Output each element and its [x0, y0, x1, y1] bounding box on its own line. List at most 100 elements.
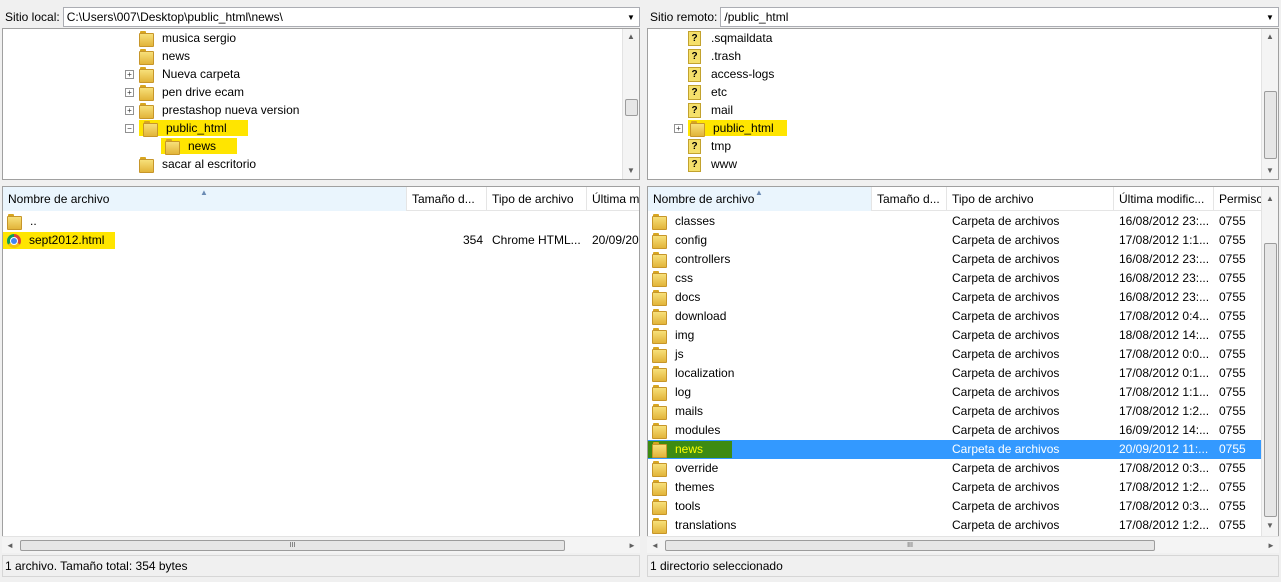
list-item[interactable]: log Carpeta de archivos 17/08/2012 1:1... 0… [648, 383, 1261, 402]
tree-item[interactable]: + Nueva carpeta [125, 65, 243, 83]
expand-icon[interactable]: + [125, 105, 134, 115]
local-list-hscrollbar[interactable]: ◄ III ► [2, 536, 640, 553]
file-name-cell: tools [648, 497, 870, 516]
list-item[interactable]: img Carpeta de archivos 18/08/2012 14:... 0… [648, 326, 1261, 345]
scroll-up-icon[interactable]: ▲ [623, 29, 639, 45]
list-item[interactable]: themes Carpeta de archivos 17/08/2012 1:2.… [648, 478, 1261, 497]
remote-file-list[interactable]: Nombre de archivo ▲ Tamaño d... Tipo de … [647, 186, 1279, 553]
scroll-left-icon[interactable]: ◄ [647, 537, 663, 554]
list-item[interactable]: .. [3, 212, 639, 231]
column-header-size[interactable]: Tamaño d... [407, 187, 487, 211]
scroll-thumb[interactable]: III [20, 540, 565, 551]
tree-item[interactable]: + public_html [674, 119, 787, 137]
scroll-down-icon[interactable]: ▼ [1262, 163, 1278, 179]
scroll-thumb[interactable] [1264, 91, 1277, 159]
file-modified: 17/08/2012 1:2... [1119, 404, 1210, 418]
remote-tree-scrollbar[interactable]: ▲ ▼ [1261, 29, 1278, 179]
scroll-left-icon[interactable]: ◄ [2, 537, 18, 554]
tree-item[interactable]: ? etc [674, 83, 730, 101]
column-header-modified[interactable]: Última modific... [1114, 187, 1214, 211]
column-header-modified[interactable]: Última m [587, 187, 639, 211]
remote-list-vscrollbar[interactable]: ▲ ▼ [1261, 187, 1278, 552]
unknown-file-icon: ? [688, 84, 701, 100]
scroll-right-icon[interactable]: ► [624, 537, 640, 554]
local-path-input[interactable]: C:\Users\007\Desktop\public_html\news\ ▼ [62, 7, 640, 27]
expand-icon[interactable]: + [125, 69, 134, 79]
scroll-thumb[interactable] [625, 99, 638, 116]
remote-path-bar: Sitio remoto: /public_html ▼ [647, 6, 1279, 28]
scroll-up-icon[interactable]: ▲ [1262, 191, 1278, 207]
file-type: Carpeta de archivos [952, 309, 1060, 323]
column-header-type[interactable]: Tipo de archivo [487, 187, 587, 211]
list-item[interactable]: modules Carpeta de archivos 16/09/2012 14:… [648, 421, 1261, 440]
tree-item[interactable]: musica sergio [125, 29, 239, 47]
list-item[interactable]: override Carpeta de archivos 17/08/2012 0:… [648, 459, 1261, 478]
list-item[interactable]: news Carpeta de archivos 20/09/2012 11:...… [648, 440, 1261, 459]
remote-directory-tree[interactable]: ▲ ▼ ? .sqmaildata? .trash? access-logs? etc?… [647, 28, 1279, 180]
file-name-cell: override [648, 459, 870, 478]
list-item[interactable]: controllers Carpeta de archivos 16/08/2012… [648, 250, 1261, 269]
collapse-icon[interactable]: − [125, 123, 134, 133]
file-name-cell: themes [648, 478, 870, 497]
list-item[interactable]: download Carpeta de archivos 17/08/2012 0:… [648, 307, 1261, 326]
tree-item[interactable]: + pen drive ecam [125, 83, 247, 101]
scroll-down-icon[interactable]: ▼ [623, 163, 639, 179]
tree-item[interactable]: ? access-logs [674, 65, 777, 83]
local-path-bar: Sitio local: C:\Users\007\Desktop\public… [2, 6, 640, 28]
list-item[interactable]: docs Carpeta de archivos 16/08/2012 23:...… [648, 288, 1261, 307]
local-file-list[interactable]: Nombre de archivo ▲ Tamaño d... Tipo de … [2, 186, 640, 553]
list-item[interactable]: config Carpeta de archivos 17/08/2012 1:1.… [648, 231, 1261, 250]
column-header-name[interactable]: Nombre de archivo ▲ [648, 187, 872, 211]
scroll-thumb[interactable]: III [665, 540, 1155, 551]
sort-ascending-icon: ▲ [200, 188, 208, 197]
column-header-size[interactable]: Tamaño d... [872, 187, 947, 211]
list-item[interactable]: translations Carpeta de archivos 17/08/201… [648, 516, 1261, 535]
local-path-value[interactable]: C:\Users\007\Desktop\public_html\news\ [67, 10, 623, 24]
column-header-type[interactable]: Tipo de archivo [947, 187, 1114, 211]
list-item[interactable]: localization Carpeta de archivos 17/08/201… [648, 364, 1261, 383]
remote-path-value[interactable]: /public_html [724, 10, 1262, 24]
tree-item[interactable]: ? tmp [674, 137, 734, 155]
file-name: localization [675, 366, 735, 380]
file-name-cell: css [648, 269, 870, 288]
file-name-cell: translations [648, 516, 870, 535]
scroll-thumb[interactable] [1264, 243, 1277, 517]
list-item[interactable]: js Carpeta de archivos 17/08/2012 0:0... 07… [648, 345, 1261, 364]
tree-item[interactable]: ? www [674, 155, 740, 173]
tree-item[interactable]: + prestashop nueva version [125, 101, 302, 119]
tree-item[interactable]: ? mail [674, 101, 736, 119]
file-name-cell: classes [648, 212, 870, 231]
file-permissions: 0755 [1219, 480, 1246, 494]
file-type: Carpeta de archivos [952, 347, 1060, 361]
local-directory-tree[interactable]: ▲ ▼ musica sergio news + Nueva carpeta + pen … [2, 28, 640, 180]
list-item[interactable]: css Carpeta de archivos 16/08/2012 23:... 0… [648, 269, 1261, 288]
chevron-down-icon[interactable]: ▼ [1262, 13, 1278, 22]
remote-path-input[interactable]: /public_html ▼ [720, 7, 1279, 27]
list-item[interactable]: mails Carpeta de archivos 17/08/2012 1:2..… [648, 402, 1261, 421]
list-item[interactable]: tools Carpeta de archivos 17/08/2012 0:3..… [648, 497, 1261, 516]
expand-icon[interactable]: + [125, 87, 134, 97]
file-name-cell: log [648, 383, 870, 402]
column-header-name[interactable]: Nombre de archivo ▲ [3, 187, 407, 211]
chevron-down-icon[interactable]: ▼ [623, 13, 639, 22]
scroll-right-icon[interactable]: ► [1263, 537, 1279, 554]
file-type [492, 212, 587, 231]
tree-item-label: public_html [713, 121, 774, 135]
tree-item[interactable]: sacar al escritorio [125, 155, 259, 173]
remote-list-hscrollbar[interactable]: ◄ III ► [647, 536, 1279, 553]
file-type: Carpeta de archivos [952, 442, 1060, 456]
tree-item-label: news [162, 49, 191, 63]
expand-icon[interactable]: + [674, 123, 683, 133]
tree-item[interactable]: news [125, 47, 193, 65]
tree-item[interactable]: news [147, 137, 238, 155]
local-tree-scrollbar[interactable]: ▲ ▼ [622, 29, 639, 179]
tree-item[interactable]: − public_html [125, 119, 248, 137]
tree-item[interactable]: ? .trash [674, 47, 744, 65]
list-item[interactable]: classes Carpeta de archivos 16/08/2012 23:… [648, 212, 1261, 231]
scroll-down-icon[interactable]: ▼ [1262, 518, 1278, 534]
tree-item-label: access-logs [711, 67, 775, 81]
tree-item-label: mail [711, 103, 734, 117]
tree-item[interactable]: ? .sqmaildata [674, 29, 775, 47]
list-item[interactable]: sept2012.html 354 Chrome HTML... 20/09/20 [3, 231, 639, 250]
scroll-up-icon[interactable]: ▲ [1262, 29, 1278, 45]
